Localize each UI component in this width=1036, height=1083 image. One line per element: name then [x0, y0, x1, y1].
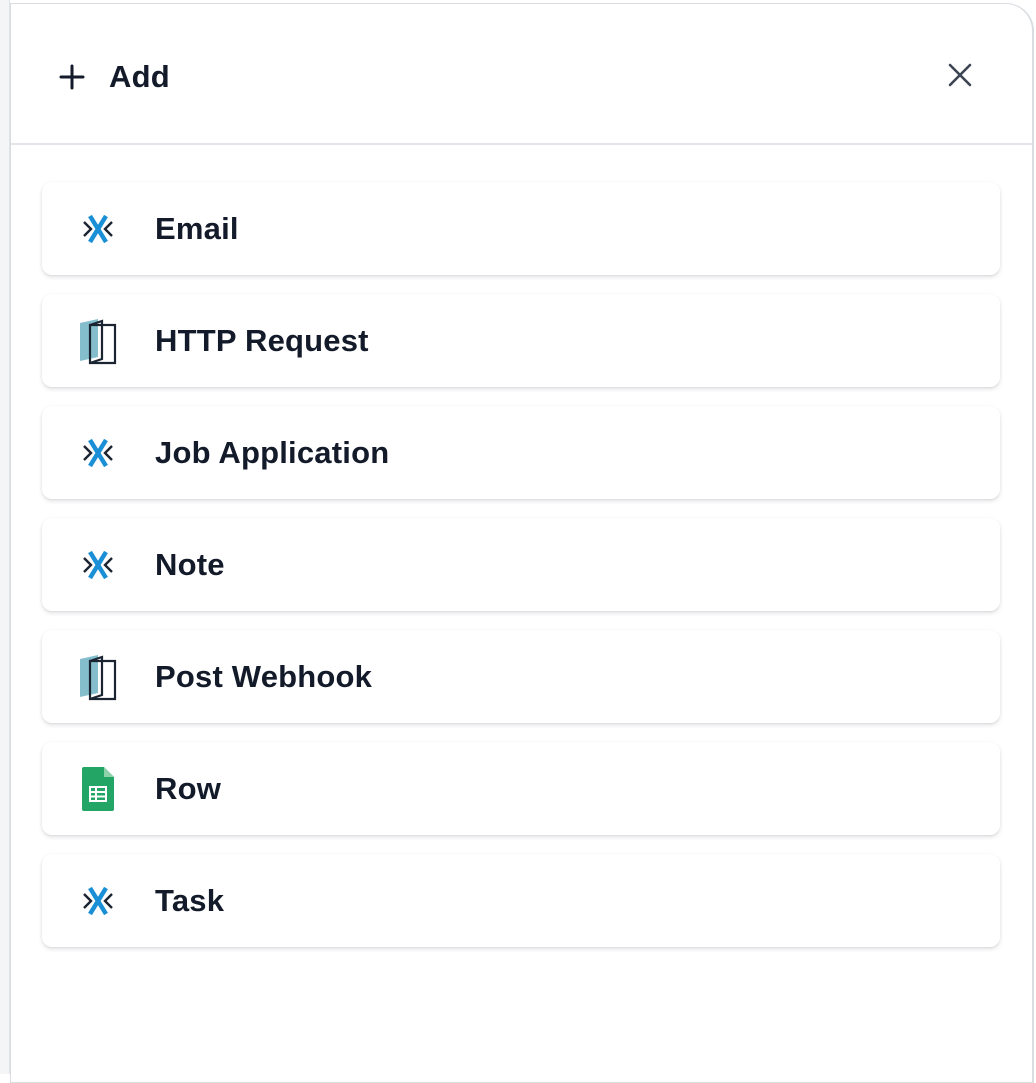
list-item-label: Note	[155, 546, 225, 582]
crm-x-icon	[78, 429, 118, 477]
list-item-task[interactable]: Task	[42, 854, 1000, 947]
add-panel: Add Email HTTP Request Job Application N…	[10, 3, 1034, 1083]
list-item-label: Email	[155, 210, 239, 246]
close-icon	[948, 63, 972, 87]
list-item-email[interactable]: Email	[42, 182, 1000, 275]
list-item-label: Task	[155, 882, 225, 918]
crm-x-icon	[78, 877, 118, 925]
list-item-note[interactable]: Note	[42, 518, 1000, 611]
list-item-label: Row	[155, 770, 222, 806]
add-title-group: Add	[59, 57, 170, 97]
action-list: Email HTTP Request Job Application Note …	[42, 182, 1000, 966]
webhook-door-icon	[78, 317, 118, 365]
crm-x-icon	[78, 205, 118, 253]
plus-icon	[59, 64, 85, 90]
list-item-label: Post Webhook	[155, 658, 373, 694]
webhook-door-icon	[78, 653, 118, 701]
panel-header: Add	[11, 4, 1032, 145]
list-item-job-application[interactable]: Job Application	[42, 406, 1000, 499]
panel-title: Add	[109, 59, 170, 94]
close-button[interactable]	[945, 60, 975, 90]
list-item-row[interactable]: Row	[42, 742, 1000, 835]
spreadsheet-icon	[78, 765, 118, 813]
list-item-label: Job Application	[155, 434, 390, 470]
crm-x-icon	[78, 541, 118, 589]
list-item-label: HTTP Request	[155, 322, 369, 358]
list-item-post-webhook[interactable]: Post Webhook	[42, 630, 1000, 723]
left-edge-strip	[0, 0, 10, 1074]
list-item-http-request[interactable]: HTTP Request	[42, 294, 1000, 387]
